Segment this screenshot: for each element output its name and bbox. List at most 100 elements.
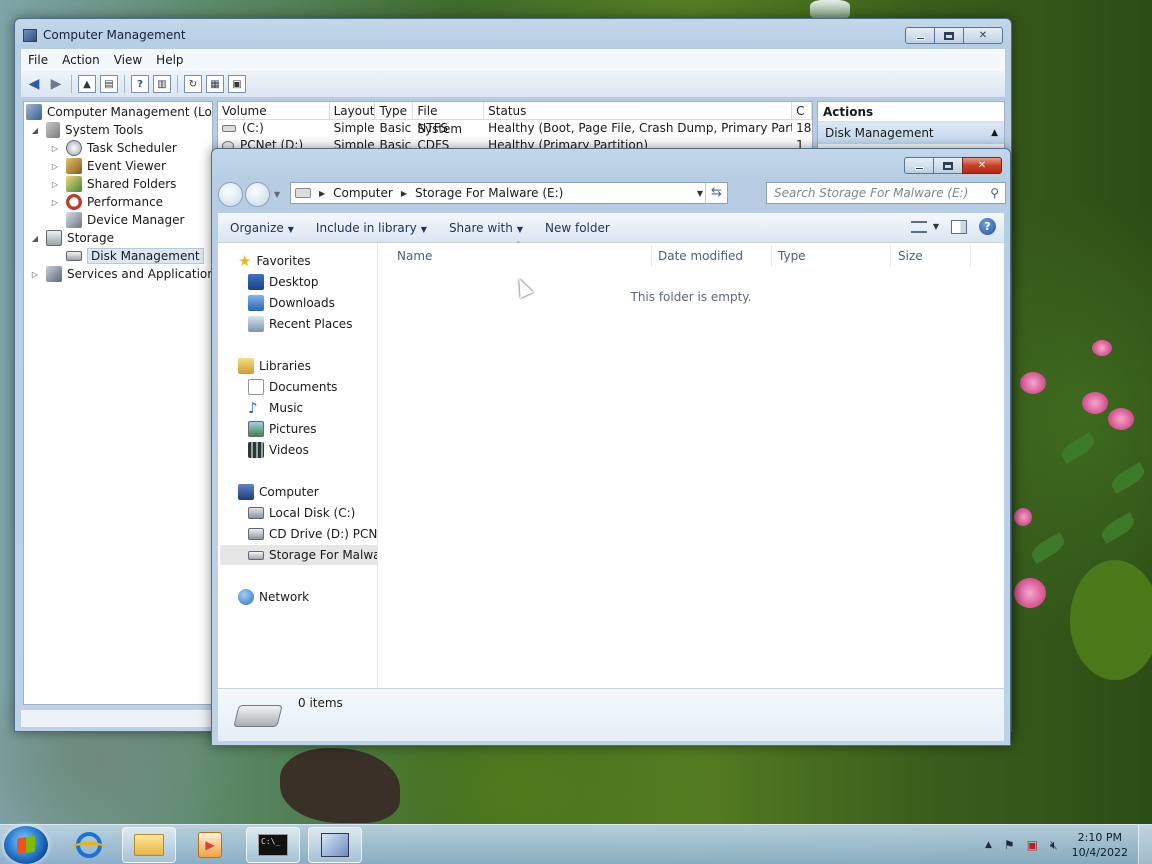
breadcrumb-computer[interactable]: Computer [333,186,393,200]
table-row[interactable]: (C:) Simple Basic NTFS Healthy (Boot, Pa… [218,120,812,137]
tree-item-performance[interactable]: ▷ Performance [50,193,163,211]
menu-view[interactable]: View [107,53,149,67]
taskbar-media-player[interactable]: ▶ [183,827,237,863]
nav-downloads[interactable]: Downloads [248,293,335,313]
tree-item-shared-folders[interactable]: ▷ Shared Folders [50,175,176,193]
search-icon[interactable]: ⚲ [990,183,999,203]
tree-root[interactable]: Computer Management (Local [26,103,212,121]
address-dropdown-icon[interactable]: ▼ [697,189,703,198]
close-button[interactable]: ✕ [962,157,1002,174]
nav-cd-drive[interactable]: CD Drive (D:) PCNet [248,524,377,544]
chevron-down-icon[interactable]: ▼ [933,222,939,231]
column-header-status[interactable]: Status [484,102,793,119]
column-header-layout[interactable]: Layout [330,102,376,119]
back-arrow-icon[interactable]: ◀ [25,75,43,93]
preview-pane-icon[interactable] [951,219,967,234]
minimize-button[interactable] [904,157,934,174]
collapse-up-icon[interactable]: ▲ [991,122,998,144]
column-divider[interactable] [651,245,652,267]
settings-icon[interactable]: ▣ [228,75,246,93]
new-folder-button[interactable]: New folder [533,221,620,235]
back-button[interactable] [218,181,243,207]
up-folder-icon[interactable]: ▲ [78,75,96,93]
include-in-library-button[interactable]: Include in library ▼ [304,221,437,235]
file-list[interactable]: ⌃ Name Date modified Type Size This fold… [378,240,1004,688]
menu-action[interactable]: Action [55,53,107,67]
tree-item-task-scheduler[interactable]: ▷ Task Scheduler [50,139,177,157]
column-header-name[interactable]: Name [397,249,432,263]
share-with-button[interactable]: Share with ▼ [437,221,533,235]
forward-button[interactable] [245,181,270,207]
nav-videos[interactable]: Videos [248,440,309,460]
show-hidden-icons-icon[interactable]: ▲ [985,840,992,850]
menu-help[interactable]: Help [149,53,190,67]
organize-button[interactable]: Organize ▼ [218,221,304,235]
nav-local-disk[interactable]: Local Disk (C:) [248,503,355,523]
nav-network[interactable]: Network [238,587,309,607]
taskbar-computer-management[interactable] [308,827,362,863]
minimize-button[interactable] [905,27,935,44]
refresh-icon[interactable]: ⇆ [705,183,727,203]
explorer-window[interactable]: ✕ ▼ ▶ Computer ▶ Storage For Malware (E:… [211,148,1011,746]
collapse-icon[interactable]: ◢ [30,234,40,243]
nav-recent-places[interactable]: Recent Places [248,314,352,334]
nav-desktop[interactable]: Desktop [248,272,319,292]
change-view-icon[interactable] [910,220,927,233]
column-header-type[interactable]: Type [778,249,806,263]
breadcrumb-current[interactable]: Storage For Malware (E:) [415,186,563,200]
search-input[interactable]: Search Storage For Malware (E:) ⚲ [766,182,1006,204]
breadcrumb-separator-icon[interactable]: ▶ [319,189,325,198]
action-center-flag-icon[interactable]: ⚑ [1004,838,1015,852]
column-header-file-system[interactable]: File System [413,102,485,136]
forward-arrow-icon[interactable]: ▶ [47,75,65,93]
start-button[interactable] [4,826,48,864]
expand-icon[interactable]: ▷ [50,180,60,189]
nav-storage-for-malware[interactable]: Storage For Malware [220,545,377,565]
show-hide-tree-icon[interactable]: ▤ [100,75,118,93]
expand-icon[interactable]: ▷ [30,270,40,279]
address-bar[interactable]: ▶ Computer ▶ Storage For Malware (E:) ▼ … [290,182,728,204]
expand-icon[interactable]: ▷ [50,144,60,153]
nav-computer[interactable]: Computer [238,482,319,502]
tree-item-storage[interactable]: ◢ Storage [30,229,114,247]
volume-muted-icon[interactable]: 🔇︎ [1050,838,1058,853]
collapse-icon[interactable]: ◢ [30,126,40,135]
taskbar-command-prompt[interactable]: C:\_ [246,827,300,863]
refresh-icon[interactable]: ↻ [184,75,202,93]
column-header-date-modified[interactable]: Date modified [658,249,743,263]
network-icon[interactable]: ▣ [1027,838,1038,852]
breadcrumb-separator-icon[interactable]: ▶ [401,189,407,198]
column-divider[interactable] [970,245,971,267]
close-button[interactable]: ✕ [963,27,1003,44]
show-desktop-button[interactable] [1138,825,1152,864]
tree-item-disk-management[interactable]: Disk Management [66,247,204,265]
nav-libraries[interactable]: Libraries [238,356,311,376]
menu-file[interactable]: File [21,53,55,67]
column-header-type[interactable]: Type [375,102,414,119]
column-header-volume[interactable]: Volume [218,102,330,119]
maximize-button[interactable] [933,157,963,174]
tree-item-system-tools[interactable]: ◢ System Tools [30,121,143,139]
clock[interactable]: 2:10 PM 10/4/2022 [1072,830,1128,860]
maximize-button[interactable] [934,27,964,44]
expand-icon[interactable]: ▷ [50,162,60,171]
nav-music[interactable]: ♪ Music [248,398,303,418]
tree-item-device-manager[interactable]: Device Manager [66,211,184,229]
actions-disk-management[interactable]: Disk Management ▲ [818,122,1004,144]
nav-pictures[interactable]: Pictures [248,419,317,439]
tree-item-event-viewer[interactable]: ▷ Event Viewer [50,157,166,175]
help-icon[interactable]: ? [131,75,149,93]
column-divider[interactable] [890,245,891,267]
recent-pages-dropdown-icon[interactable]: ▼ [274,190,280,199]
expand-icon[interactable]: ▷ [50,198,60,207]
help-icon[interactable]: ? [979,218,996,235]
taskbar-windows-explorer[interactable] [122,827,176,863]
column-divider[interactable] [771,245,772,267]
column-header-size[interactable]: Size [898,249,923,263]
taskbar-internet-explorer[interactable] [62,827,116,863]
tree-item-services-applications[interactable]: ▷ Services and Applications [30,265,212,283]
show-hide-action-pane-icon[interactable]: ▥ [153,75,171,93]
nav-documents[interactable]: Documents [248,377,337,397]
column-header-capacity[interactable]: C [792,102,812,119]
properties-icon[interactable]: ▦ [206,75,224,93]
